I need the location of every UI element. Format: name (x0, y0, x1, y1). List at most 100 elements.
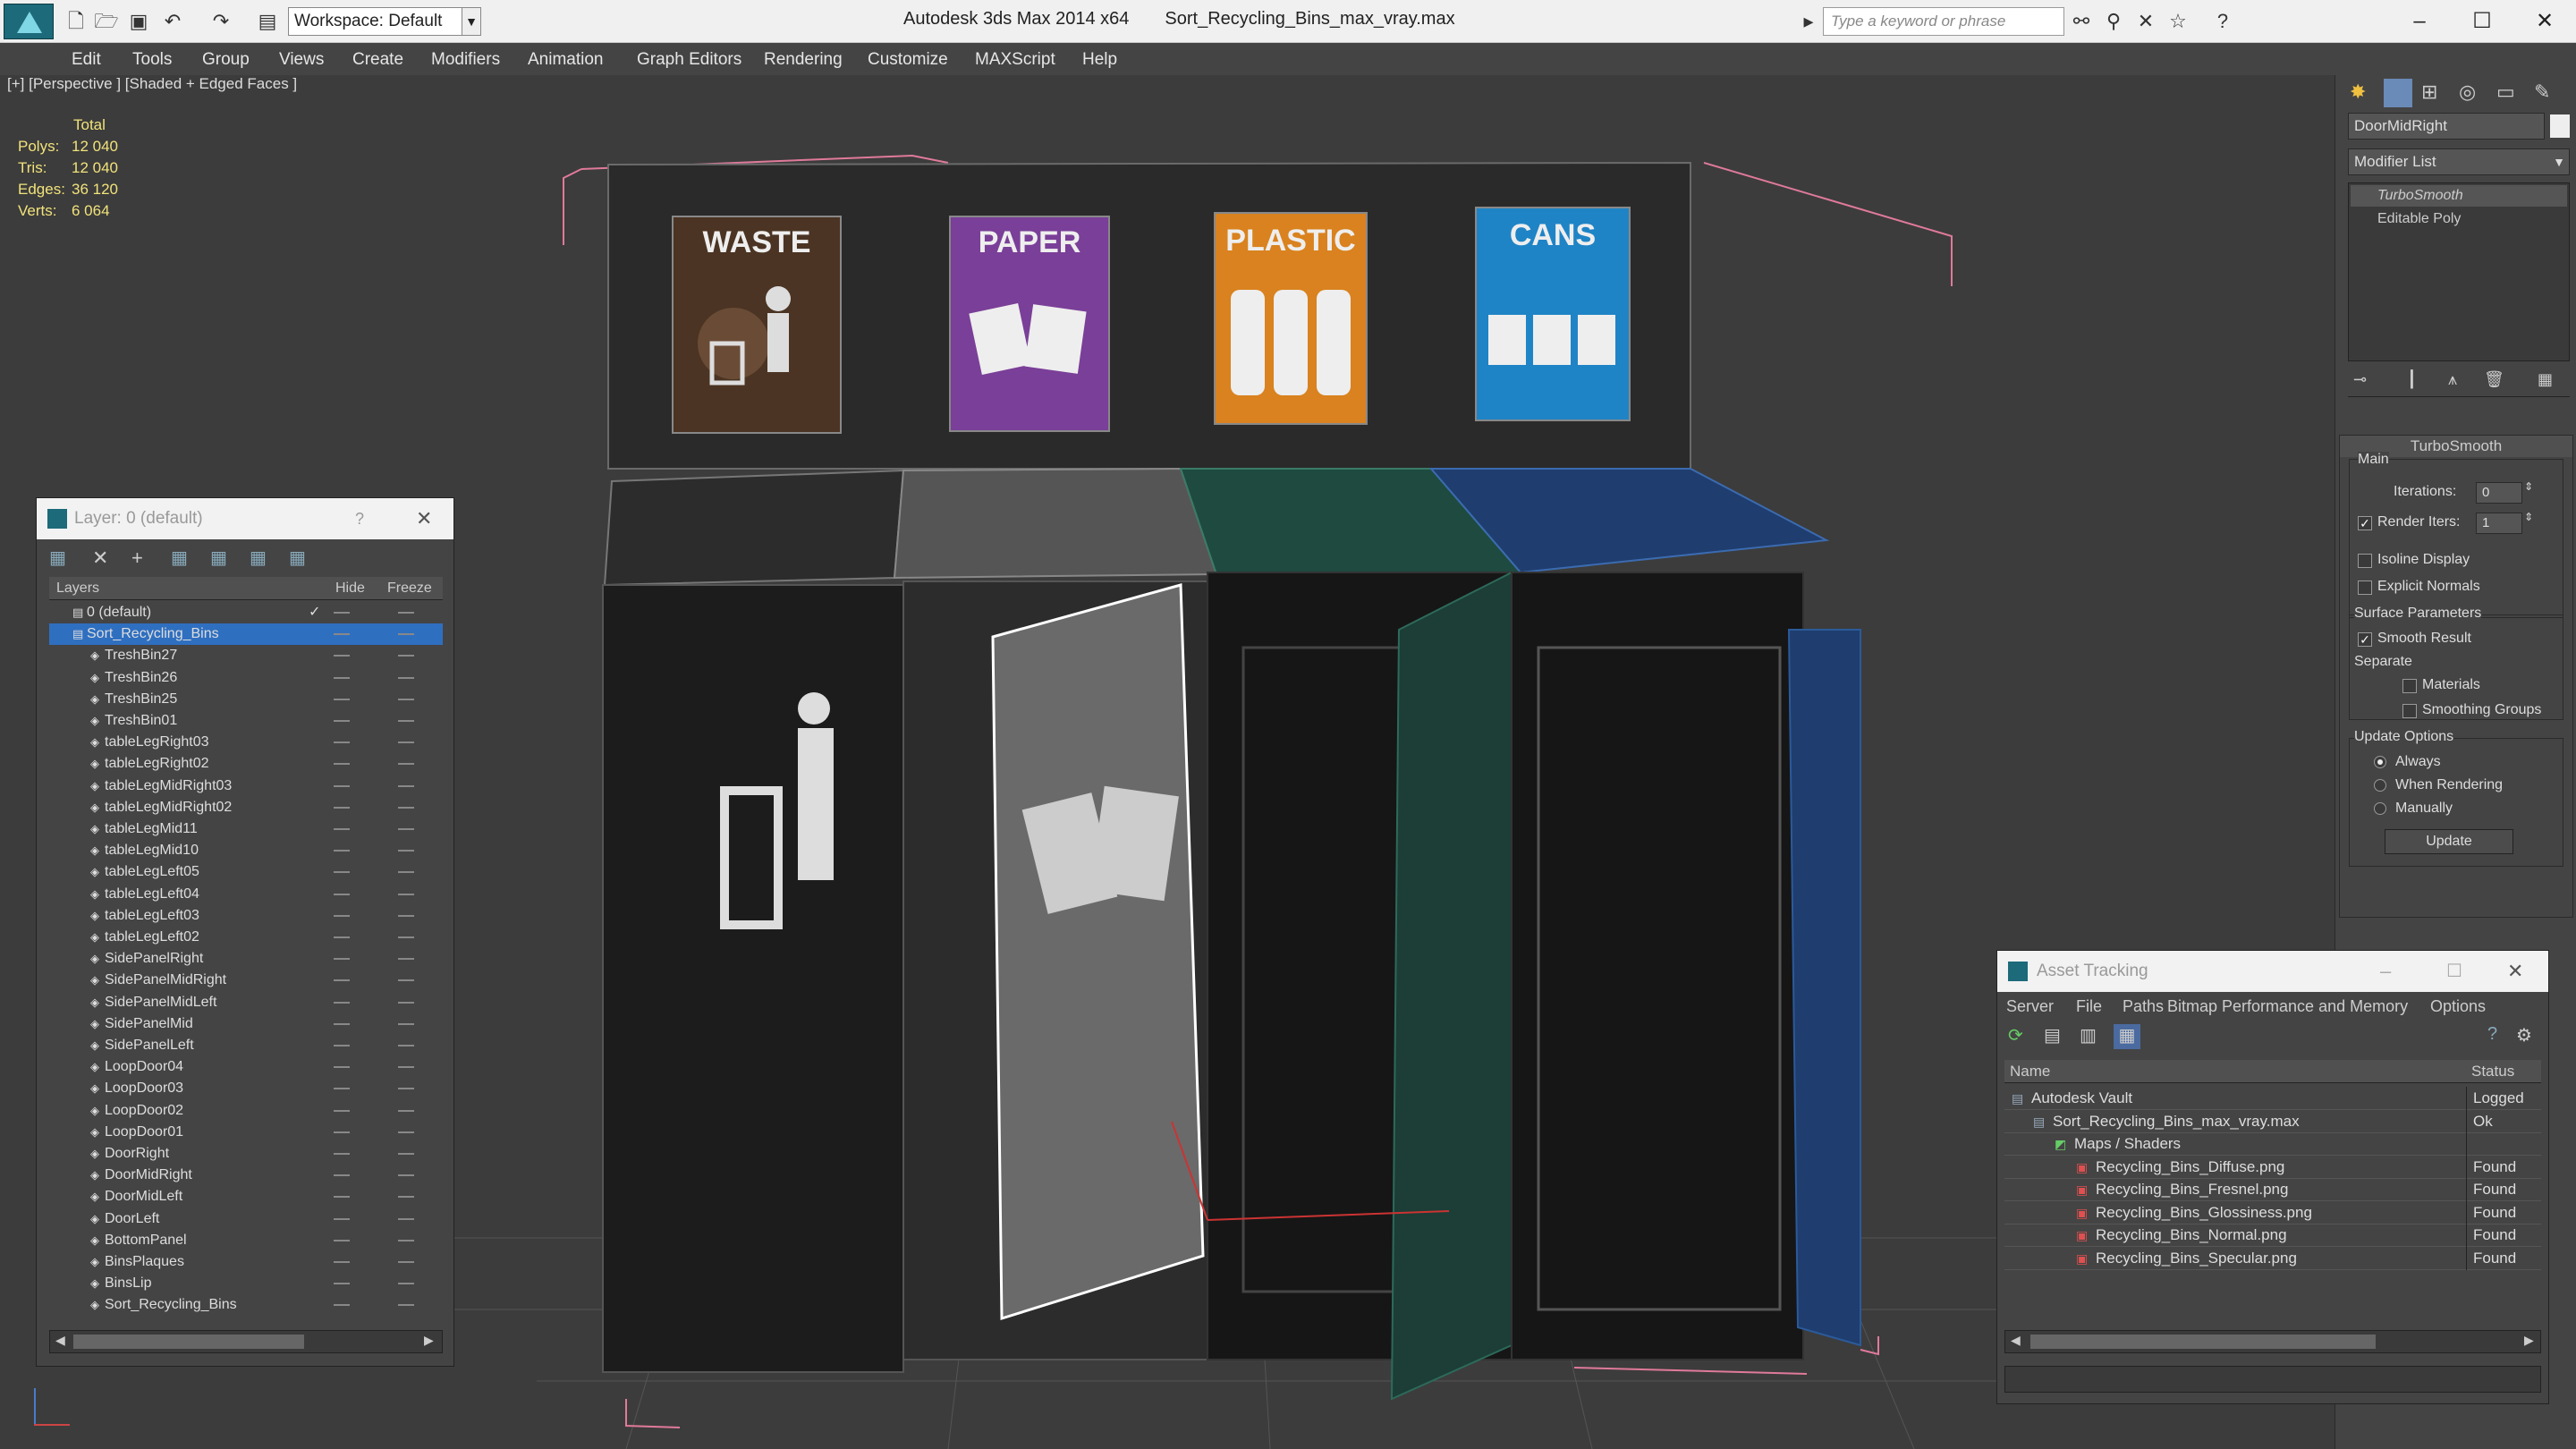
settings-icon[interactable]: ⚙ (2516, 1024, 2532, 1046)
materials-checkbox[interactable] (2402, 679, 2417, 693)
hide-toggle[interactable] (334, 936, 350, 938)
undo-icon[interactable]: ↶ (159, 9, 186, 34)
subscription-icon[interactable]: ⚲ (2100, 9, 2127, 34)
menu-tools[interactable]: Tools (132, 50, 172, 70)
menu-help[interactable]: Help (1082, 50, 1117, 70)
delete-layer-icon[interactable]: ✕ (92, 547, 108, 570)
iterations-spinner[interactable]: 0 (2476, 482, 2522, 504)
render-iters-spinner[interactable]: 1 (2476, 513, 2522, 534)
freeze-toggle[interactable] (398, 1022, 414, 1025)
minimize-icon[interactable]: – (2395, 4, 2444, 39)
search-input[interactable]: Type a keyword or phrase (1823, 7, 2064, 36)
layer-row[interactable]: ◈ tableLegLeft03 (49, 905, 443, 927)
freeze-toggle[interactable] (398, 720, 414, 722)
communication-icon[interactable]: ✕ (2132, 9, 2159, 34)
utilities-tab-icon[interactable]: ✎ (2534, 80, 2550, 104)
layer-row[interactable]: ◈ tableLegRight02 (49, 753, 443, 775)
freeze-toggle[interactable] (398, 806, 414, 809)
scroll-thumb[interactable] (73, 1335, 304, 1349)
hierarchy-tab-icon[interactable]: ⊞ (2421, 80, 2437, 104)
manually-radio[interactable] (2374, 802, 2386, 815)
hide-toggle[interactable] (334, 633, 350, 636)
hide-toggle[interactable] (334, 1304, 350, 1307)
asset-row[interactable]: ▣ Recycling_Bins_Glossiness.png Found (2004, 1200, 2541, 1224)
hide-toggle[interactable] (334, 1045, 350, 1046)
make-unique-icon[interactable]: ⩚ (2448, 370, 2457, 389)
layer-row[interactable]: ◈ LoopDoor01 (49, 1122, 443, 1143)
hide-toggle[interactable] (334, 720, 350, 722)
asset-row[interactable]: ▤ Sort_Recycling_Bins_max_vray.max Ok (2004, 1109, 2541, 1133)
table-view-icon[interactable]: ▦ (2114, 1024, 2140, 1049)
freeze-toggle[interactable] (398, 1001, 414, 1004)
workspace-dropdown[interactable]: Workspace: Default (288, 7, 481, 36)
layer-row[interactable]: ▤ Sort_Recycling_Bins (49, 623, 443, 646)
hide-toggle[interactable] (334, 741, 350, 744)
freeze-toggle[interactable] (398, 1239, 414, 1241)
hide-toggle[interactable] (334, 1153, 350, 1155)
layer-row[interactable]: ◈ BinsPlaques (49, 1251, 443, 1273)
freeze-all-icon[interactable]: ▦ (289, 547, 306, 569)
hide-toggle[interactable] (334, 1088, 350, 1090)
freeze-toggle[interactable] (398, 612, 414, 614)
layer-row[interactable]: ◈ TreshBin01 (49, 710, 443, 732)
hide-toggle[interactable] (334, 1022, 350, 1025)
layer-row[interactable]: ◈ TreshBin26 (49, 667, 443, 689)
layer-row[interactable]: ◈ LoopDoor02 (49, 1100, 443, 1122)
layer-row[interactable]: ◈ SidePanelMidLeft (49, 992, 443, 1013)
menu-options[interactable]: Options (2430, 992, 2486, 1021)
new-file-icon[interactable]: 🗋 (63, 9, 89, 34)
layer-row[interactable]: ◈ tableLegRight03 (49, 732, 443, 753)
freeze-toggle[interactable] (398, 1153, 414, 1155)
layer-row[interactable]: ◈ tableLegLeft02 (49, 927, 443, 948)
asset-window-titlebar[interactable]: Asset Tracking – ☐ ✕ (1997, 951, 2548, 992)
asset-row[interactable]: ▣ Recycling_Bins_Fresnel.png Found (2004, 1178, 2541, 1201)
freeze-toggle[interactable] (398, 1131, 414, 1133)
hide-all-icon[interactable]: ▦ (250, 547, 267, 569)
freeze-toggle[interactable] (398, 763, 414, 766)
highlight-layer-icon[interactable]: ▦ (210, 547, 227, 569)
layer-row[interactable]: ◈ TreshBin27 (49, 645, 443, 666)
show-end-result-icon[interactable]: ┃ (2407, 370, 2417, 389)
asset-row[interactable]: ◩ Maps / Shaders (2004, 1132, 2541, 1156)
layer-row[interactable]: ◈ LoopDoor04 (49, 1056, 443, 1078)
hide-toggle[interactable] (334, 806, 350, 809)
hide-toggle[interactable] (334, 655, 350, 657)
isoline-display-checkbox[interactable] (2358, 554, 2372, 568)
hide-toggle[interactable] (334, 1174, 350, 1177)
hide-column[interactable]: Hide (335, 577, 365, 600)
binoculars-icon[interactable]: ⚯ (2068, 9, 2095, 34)
close-icon[interactable]: ✕ (2521, 4, 2569, 39)
object-color-swatch[interactable] (2550, 114, 2570, 138)
help-icon[interactable]: ? (355, 498, 364, 539)
asset-row[interactable]: ▤ Autodesk Vault Logged (2004, 1087, 2541, 1110)
menu-customize[interactable]: Customize (868, 50, 948, 70)
freeze-toggle[interactable] (398, 979, 414, 982)
freeze-toggle[interactable] (398, 741, 414, 744)
asset-row[interactable]: ▣ Recycling_Bins_Diffuse.png Found (2004, 1155, 2541, 1179)
layer-row[interactable]: ◈ tableLegMid11 (49, 818, 443, 840)
open-file-icon[interactable]: 🗁 (93, 9, 120, 34)
layer-row[interactable]: ◈ SidePanelLeft (49, 1035, 443, 1056)
hide-toggle[interactable] (334, 958, 350, 961)
chevron-down-icon[interactable]: ▼ (462, 7, 481, 36)
layer-row[interactable]: ◈ BottomPanel (49, 1230, 443, 1251)
scroll-left-icon[interactable]: ◀ (55, 1333, 65, 1348)
freeze-toggle[interactable] (398, 1174, 414, 1177)
smoothing-groups-checkbox[interactable] (2402, 704, 2417, 718)
name-column[interactable]: Name (2010, 1060, 2050, 1083)
active-layer-check-icon[interactable]: ✓ (309, 602, 320, 623)
expand-icon[interactable]: ▸ (1800, 9, 1818, 34)
help-icon[interactable]: ? (2487, 1024, 2497, 1045)
hide-toggle[interactable] (334, 1217, 350, 1220)
hide-toggle[interactable] (334, 1131, 350, 1133)
menu-animation[interactable]: Animation (528, 50, 604, 70)
hide-toggle[interactable] (334, 763, 350, 766)
refresh-icon[interactable]: ⟳ (2008, 1024, 2023, 1046)
always-radio[interactable] (2374, 756, 2386, 768)
maximize-icon[interactable]: ☐ (2446, 951, 2462, 992)
project-folder-icon[interactable]: ▤ (254, 9, 281, 34)
layer-row[interactable]: ◈ SidePanelMidRight (49, 970, 443, 991)
update-button[interactable]: Update (2385, 829, 2513, 854)
freeze-column[interactable]: Freeze (387, 577, 432, 600)
freeze-toggle[interactable] (398, 676, 414, 679)
